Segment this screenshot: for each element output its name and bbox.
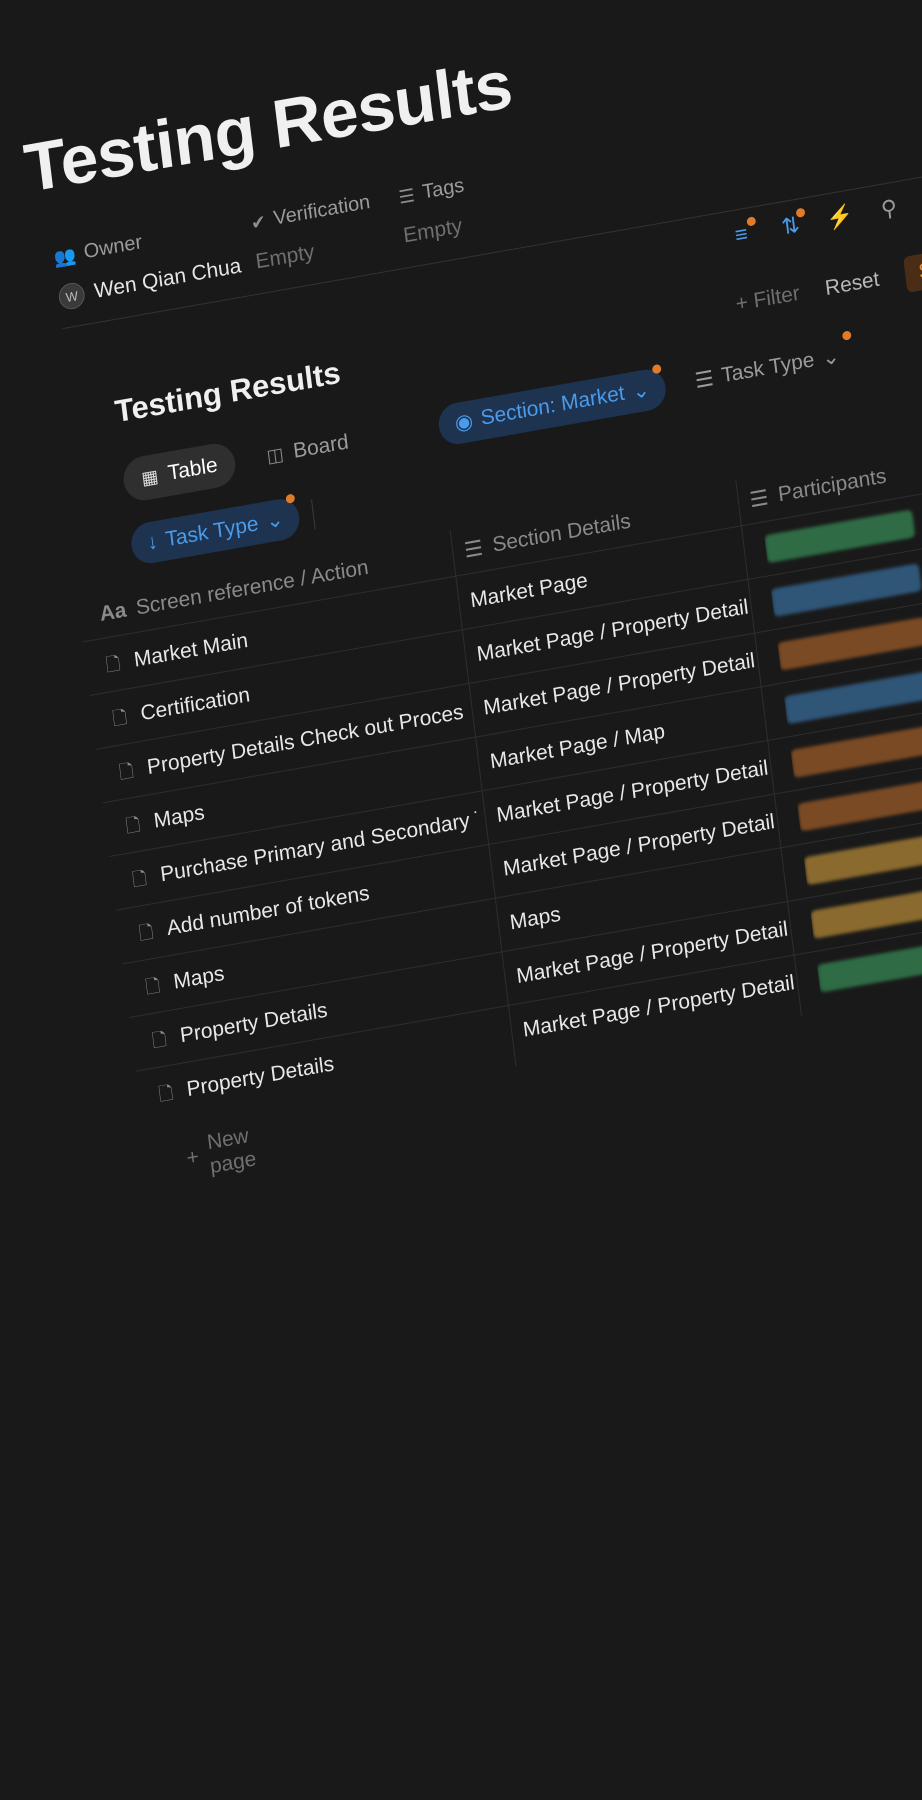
page-icon: 🗋 xyxy=(144,975,162,998)
save-button[interactable]: Save f xyxy=(902,241,922,293)
list-icon: ☰ xyxy=(693,366,716,393)
participant-tag xyxy=(790,724,922,778)
new-page-button[interactable]: + New page xyxy=(184,1123,258,1183)
owner-label: Owner xyxy=(82,231,144,264)
verification-property[interactable]: ✔ Verification Empty xyxy=(250,191,377,275)
tab-table-label: Table xyxy=(166,453,219,485)
tab-board-label: Board xyxy=(291,430,350,463)
new-page-label: New page xyxy=(205,1124,258,1179)
tab-table[interactable]: ▦ Table xyxy=(121,440,238,504)
action-text: Maps xyxy=(172,961,226,994)
participant-tag xyxy=(803,831,922,886)
column-header-label: Participants xyxy=(776,464,888,507)
verified-check-icon: ✔ xyxy=(249,210,268,234)
participant-tag xyxy=(797,777,922,832)
database-title: Testing Results xyxy=(113,354,343,430)
active-dot xyxy=(746,216,757,227)
sort-label: Task Type xyxy=(164,511,260,551)
table-icon: ▦ xyxy=(140,465,160,489)
text-type-icon: Aa xyxy=(98,598,128,626)
chevron-down-icon: ⌄ xyxy=(820,344,841,371)
search-icon[interactable]: ⚲ xyxy=(874,192,905,225)
board-icon: ◫ xyxy=(265,443,285,467)
tags-property[interactable]: ☰ Tags Empty xyxy=(397,174,470,248)
action-text: Maps xyxy=(152,800,206,833)
section-text: Market Page xyxy=(468,568,590,613)
reset-button[interactable]: Reset xyxy=(824,268,881,301)
page-icon: 🗋 xyxy=(150,1028,168,1052)
page-icon: 🗋 xyxy=(104,653,122,676)
sort-chip[interactable]: ↓ Task Type ⌄ xyxy=(129,493,302,567)
page-icon: 🗋 xyxy=(137,921,155,945)
avatar: W xyxy=(57,280,87,312)
action-text: Certification xyxy=(139,683,252,726)
page-icon: 🗋 xyxy=(118,760,135,783)
tags-label: Tags xyxy=(421,174,466,204)
people-icon: 👥 xyxy=(52,244,78,268)
owner-value[interactable]: Wen Qian Chua xyxy=(93,254,243,304)
page-icon: 🗋 xyxy=(131,867,148,891)
plus-icon: + xyxy=(185,1145,201,1171)
sort-row: ↓ Task Type ⌄ xyxy=(129,493,316,567)
page-icon: 🗋 xyxy=(124,814,142,837)
filter-circle-icon: ◉ xyxy=(453,408,475,435)
list-icon: ☰ xyxy=(748,485,770,512)
task-type-filter-chip[interactable]: ☰ Task Type ⌄ xyxy=(677,329,858,405)
arrow-down-icon: ↓ xyxy=(145,529,160,555)
page-canvas: Testing Results 👥 Owner W Wen Qian Chua ✔ V… xyxy=(20,0,922,1800)
chevron-down-icon: ⌄ xyxy=(631,377,652,404)
active-dot xyxy=(841,329,852,341)
lightning-icon[interactable]: ⚡ xyxy=(824,201,855,234)
section-filter-chip[interactable]: ◉ Section: Market ⌄ xyxy=(436,363,669,447)
chevron-down-icon: ⌄ xyxy=(264,507,285,534)
task-type-filter-label: Task Type xyxy=(720,348,816,388)
filter-icon[interactable]: ≡ xyxy=(726,216,757,252)
section-text: Maps xyxy=(508,902,562,935)
active-dot xyxy=(285,493,296,504)
action-text: Market Main xyxy=(132,628,250,672)
page-icon: 🗋 xyxy=(111,706,129,730)
lines-icon: ☰ xyxy=(462,536,485,563)
tags-value[interactable]: Empty xyxy=(402,213,470,248)
divider xyxy=(311,498,316,529)
action-text: Property Details xyxy=(185,1052,336,1102)
section-filter-label: Section: Market xyxy=(479,381,626,430)
filter-actions: + Filter Reset Save f xyxy=(734,241,922,323)
owner-property[interactable]: 👥 Owner W Wen Qian Chua xyxy=(53,215,243,312)
add-filter-button[interactable]: + Filter xyxy=(734,282,801,317)
active-dot xyxy=(651,363,662,374)
list-icon: ☰ xyxy=(397,184,416,208)
participant-tag xyxy=(810,885,922,939)
verification-value[interactable]: Empty xyxy=(254,230,376,275)
page-icon: 🗋 xyxy=(157,1082,175,1106)
active-dot xyxy=(795,207,806,218)
tab-board[interactable]: ◫ Board xyxy=(246,417,369,481)
verification-label: Verification xyxy=(272,190,372,230)
participant-tag xyxy=(816,938,922,993)
sort-icon[interactable]: ⇅ xyxy=(775,207,806,243)
